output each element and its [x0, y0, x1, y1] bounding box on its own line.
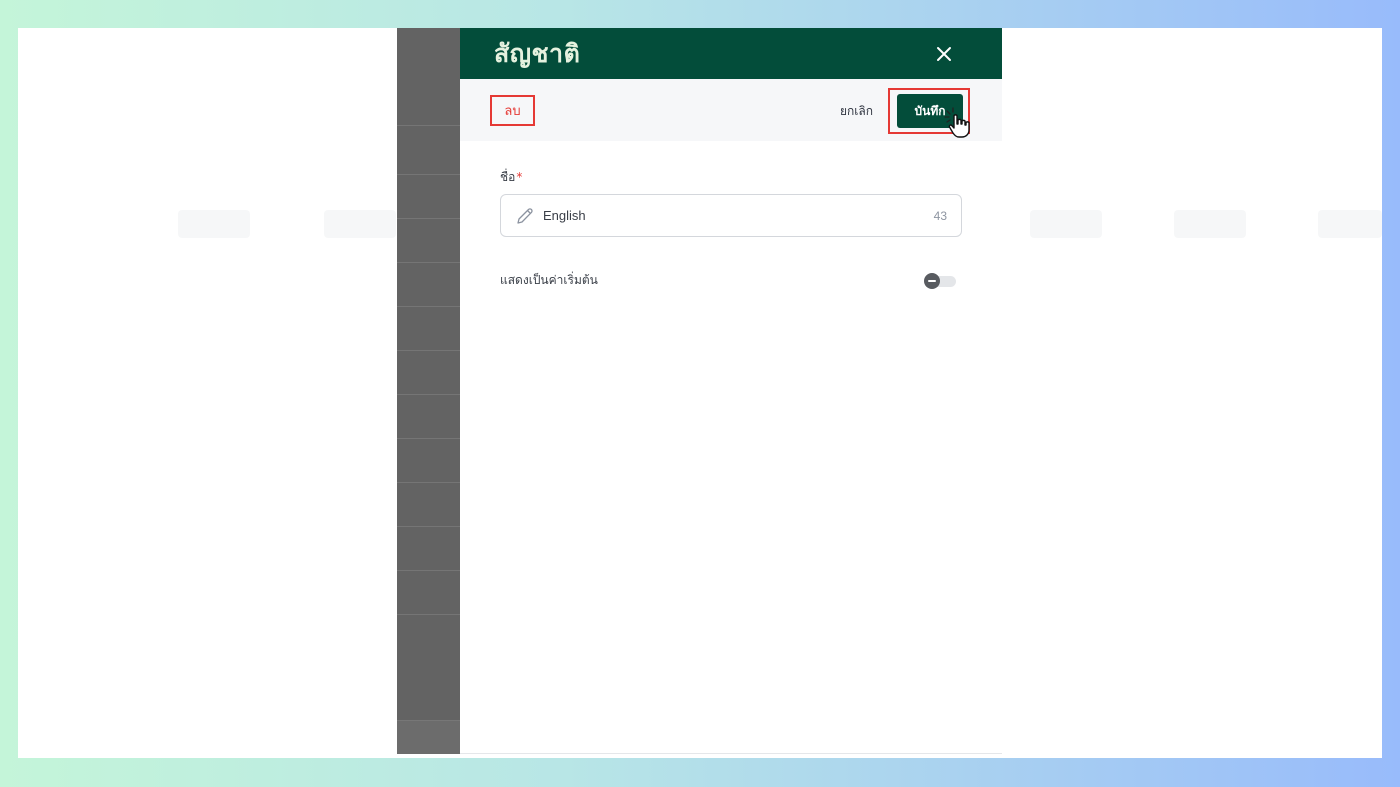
background-placeholder — [1030, 210, 1102, 238]
cancel-button[interactable]: ยกเลิก — [840, 101, 873, 121]
name-char-count: 43 — [933, 208, 947, 223]
nationality-form: ชื่อ* English 43 แสดงเป็นค่าเริ่มต้น — [500, 166, 962, 290]
drawer-header: สัญชาติ — [460, 28, 1002, 79]
close-icon[interactable] — [934, 44, 954, 64]
name-input[interactable]: English 43 — [500, 194, 962, 237]
nationality-drawer: สัญชาติ ลบ ยกเลิก บันทึก ชื่อ* English 4… — [460, 28, 1002, 754]
background-placeholder — [178, 210, 250, 238]
backdrop-row-divider — [397, 394, 460, 395]
pencil-icon — [517, 207, 533, 224]
action-bar: ลบ ยกเลิก บันทึก — [460, 79, 1002, 141]
backdrop-row-divider — [397, 306, 460, 307]
backdrop-footer — [397, 720, 460, 754]
background-placeholder — [1174, 210, 1246, 238]
name-label-row: ชื่อ* — [500, 166, 962, 187]
required-mark: * — [516, 170, 523, 184]
backdrop-row-divider — [397, 174, 460, 175]
default-label: แสดงเป็นค่าเริ่มต้น — [500, 273, 598, 287]
name-input-value: English — [543, 208, 586, 223]
backdrop-row-divider — [397, 526, 460, 527]
name-label: ชื่อ — [500, 170, 516, 184]
backdrop-row-divider — [397, 262, 460, 263]
background-placeholder — [1318, 210, 1382, 238]
backdrop-row-divider — [397, 125, 460, 126]
default-setting-row: แสดงเป็นค่าเริ่มต้น — [500, 271, 962, 290]
toggle-knob — [924, 272, 940, 289]
hand-pointer-icon — [944, 107, 970, 138]
backdrop-row-divider — [397, 482, 460, 483]
backdrop-row-divider — [397, 614, 460, 615]
backdrop-row-divider — [397, 218, 460, 219]
background-placeholder — [324, 210, 396, 238]
default-toggle[interactable] — [924, 272, 958, 289]
delete-button[interactable]: ลบ — [490, 95, 535, 126]
modal-backdrop[interactable] — [397, 28, 460, 754]
drawer-title: สัญชาติ — [494, 38, 581, 68]
backdrop-row-divider — [397, 438, 460, 439]
backdrop-row-divider — [397, 350, 460, 351]
screen-canvas: สัญชาติ ลบ ยกเลิก บันทึก ชื่อ* English 4… — [18, 28, 1382, 758]
backdrop-row-divider — [397, 570, 460, 571]
